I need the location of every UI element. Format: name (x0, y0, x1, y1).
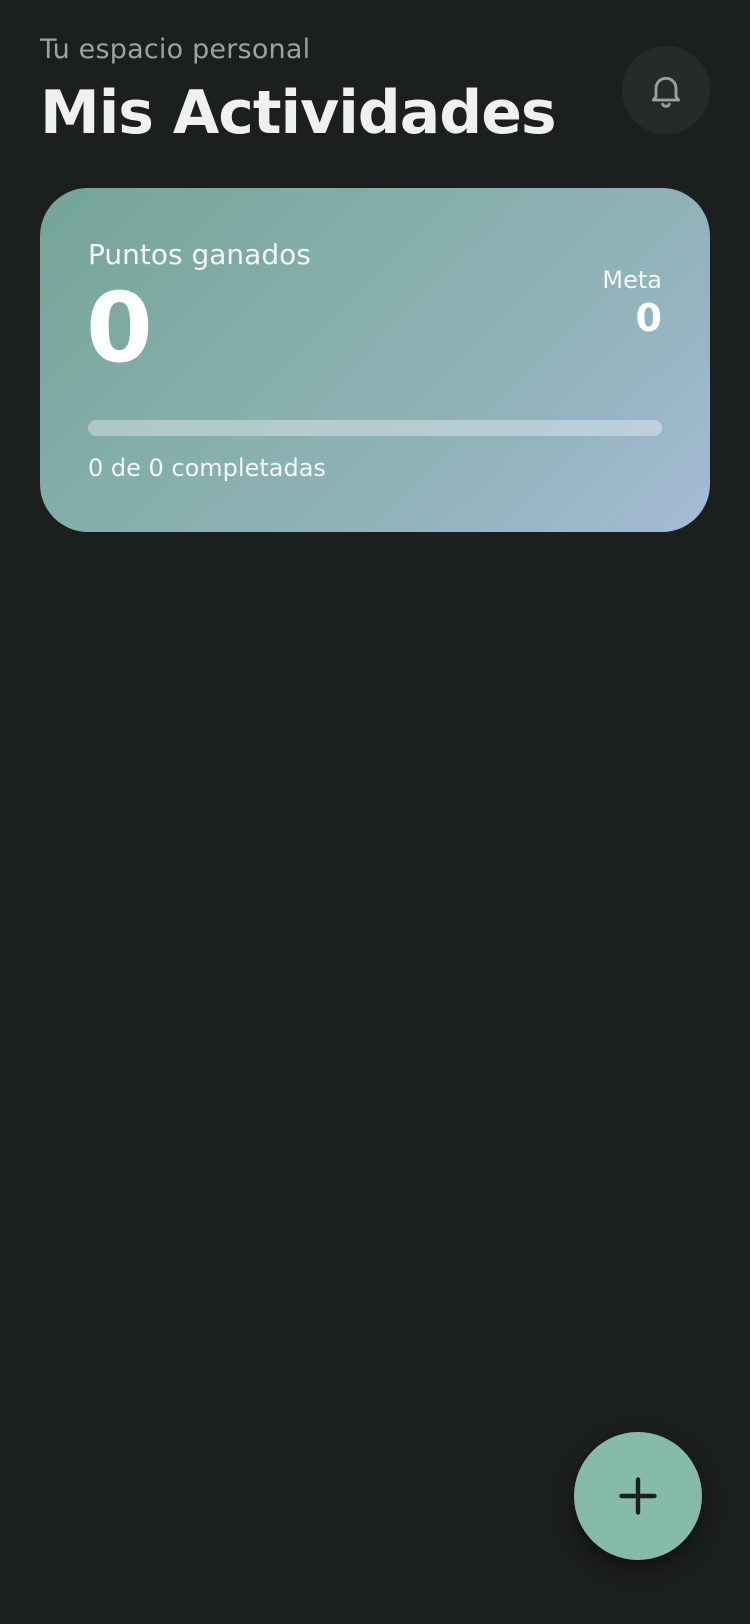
activities-screen: Tu espacio personal Mis Actividades Punt… (0, 0, 750, 1624)
goal-value: 0 (635, 296, 662, 340)
notifications-button[interactable] (622, 46, 710, 134)
goal-block: Meta 0 (602, 266, 662, 340)
progress-bar (88, 420, 662, 436)
goal-label: Meta (602, 266, 662, 294)
plus-icon (619, 1477, 657, 1515)
points-label: Puntos ganados (88, 238, 311, 271)
points-value: 0 (86, 272, 153, 384)
page-header: Tu espacio personal Mis Actividades (40, 34, 710, 148)
bell-icon (651, 76, 681, 108)
page-subtitle: Tu espacio personal (40, 34, 311, 65)
add-activity-button[interactable] (574, 1432, 702, 1560)
page-title: Mis Actividades (40, 78, 557, 148)
points-summary-card: Puntos ganados 0 Meta 0 0 de 0 completad… (40, 188, 710, 532)
progress-text: 0 de 0 completadas (88, 454, 326, 482)
